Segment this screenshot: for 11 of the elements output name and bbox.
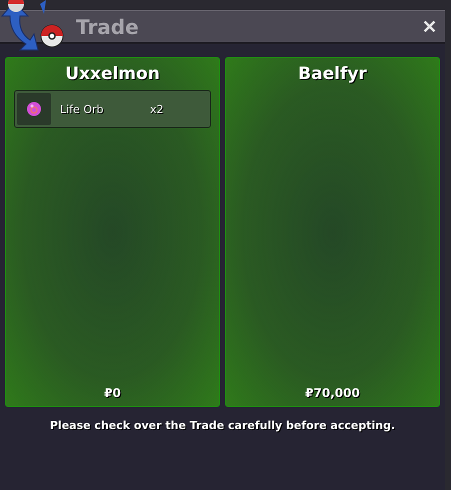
notice-text: Please check over the Trade carefully before accepting. <box>50 419 396 432</box>
player-name: Baelfyr <box>298 64 367 84</box>
window-title: Trade <box>76 14 139 38</box>
money-amount: ₽70,000 <box>305 386 360 400</box>
item-quantity: x2 <box>150 102 164 116</box>
item-row[interactable]: Life Orb x2 <box>14 90 211 128</box>
close-button[interactable]: ✕ <box>418 16 441 38</box>
player-name: Uxxelmon <box>65 64 160 84</box>
orb-icon <box>26 101 42 117</box>
money-amount: ₽0 <box>104 386 121 400</box>
item-name: Life Orb <box>60 102 104 116</box>
